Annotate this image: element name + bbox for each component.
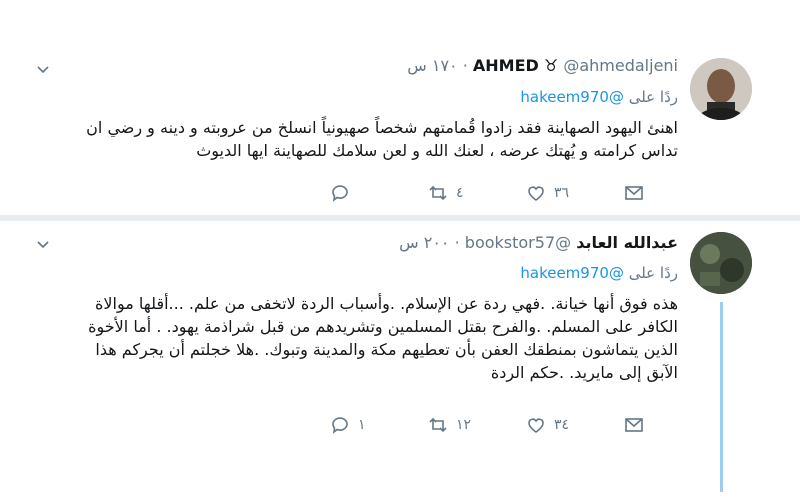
tweet-time[interactable]: ١٧٠ س [407, 56, 457, 75]
tweet-text: هذه فوق أنها خيانة. .فهي ردة عن الإسلام.… [88, 294, 678, 382]
avatar[interactable] [690, 58, 752, 120]
chevron-down-icon[interactable] [36, 237, 50, 251]
retweet-button[interactable]: ١٢ [428, 415, 526, 435]
message-icon [625, 186, 643, 200]
divider [0, 215, 800, 221]
tweet-actions: ٤ ٣٦ [330, 183, 722, 203]
like-count: ٣٦ [554, 185, 570, 201]
like-icon [528, 418, 544, 433]
retweet-button[interactable]: ٤ [428, 183, 526, 203]
like-button[interactable]: ٣٦ [526, 183, 624, 203]
separator-dot: · [449, 233, 460, 252]
like-count: ٣٤ [554, 417, 570, 433]
message-button[interactable] [624, 183, 722, 203]
tweet-card[interactable]: عبدالله العابد @bookstor57 · ٢٠٠ س ردًا … [0, 222, 800, 492]
reply-context: ردًا على @hakeem970 [520, 88, 678, 106]
retweet-count: ١٢ [456, 417, 472, 433]
reply-button[interactable]: ١ [330, 415, 428, 435]
tweet-actions: ١ ١٢ ٣٤ [330, 415, 722, 435]
tweet-card[interactable]: AHMED ♉ @ahmedaljeni · ١٧٠ س ردًا على @h… [0, 40, 800, 215]
reply-button[interactable] [330, 183, 428, 203]
tweet-time[interactable]: ٢٠٠ س [399, 233, 449, 252]
chevron-down-icon[interactable] [36, 62, 50, 76]
retweet-icon [429, 185, 447, 201]
avatar[interactable] [690, 232, 752, 294]
reply-label: ردًا على [628, 88, 678, 106]
user-handle[interactable]: @ahmedaljeni [563, 56, 678, 75]
message-button[interactable] [624, 415, 722, 435]
reply-mention-link[interactable]: @hakeem970 [520, 264, 624, 282]
user-handle[interactable]: @bookstor57 [465, 233, 571, 252]
thread-line [720, 302, 723, 492]
separator-dot: · [457, 56, 468, 75]
reply-label: ردًا على [628, 264, 678, 282]
reply-icon [332, 185, 348, 202]
like-icon [528, 186, 544, 201]
retweet-icon [429, 417, 447, 433]
reply-context: ردًا على @hakeem970 [520, 264, 678, 282]
display-name[interactable]: AHMED [473, 56, 539, 75]
tweet-text: اهنئ اليهود الصهاينة فقد زادوا قُمامتهم … [86, 118, 678, 160]
reply-mention-link[interactable]: @hakeem970 [520, 88, 624, 106]
reply-count: ١ [358, 417, 366, 433]
retweet-count: ٤ [456, 185, 464, 201]
tweet-header: AHMED ♉ @ahmedaljeni · ١٧٠ س [407, 55, 678, 77]
timeline: AHMED ♉ @ahmedaljeni · ١٧٠ س ردًا على @h… [0, 0, 800, 500]
bull-icon: ♉ [543, 56, 564, 75]
like-button[interactable]: ٣٤ [526, 415, 624, 435]
reply-icon [332, 417, 348, 434]
display-name[interactable]: عبدالله العابد [576, 233, 678, 252]
tweet-header: عبدالله العابد @bookstor57 · ٢٠٠ س [399, 232, 678, 254]
message-icon [625, 418, 643, 432]
